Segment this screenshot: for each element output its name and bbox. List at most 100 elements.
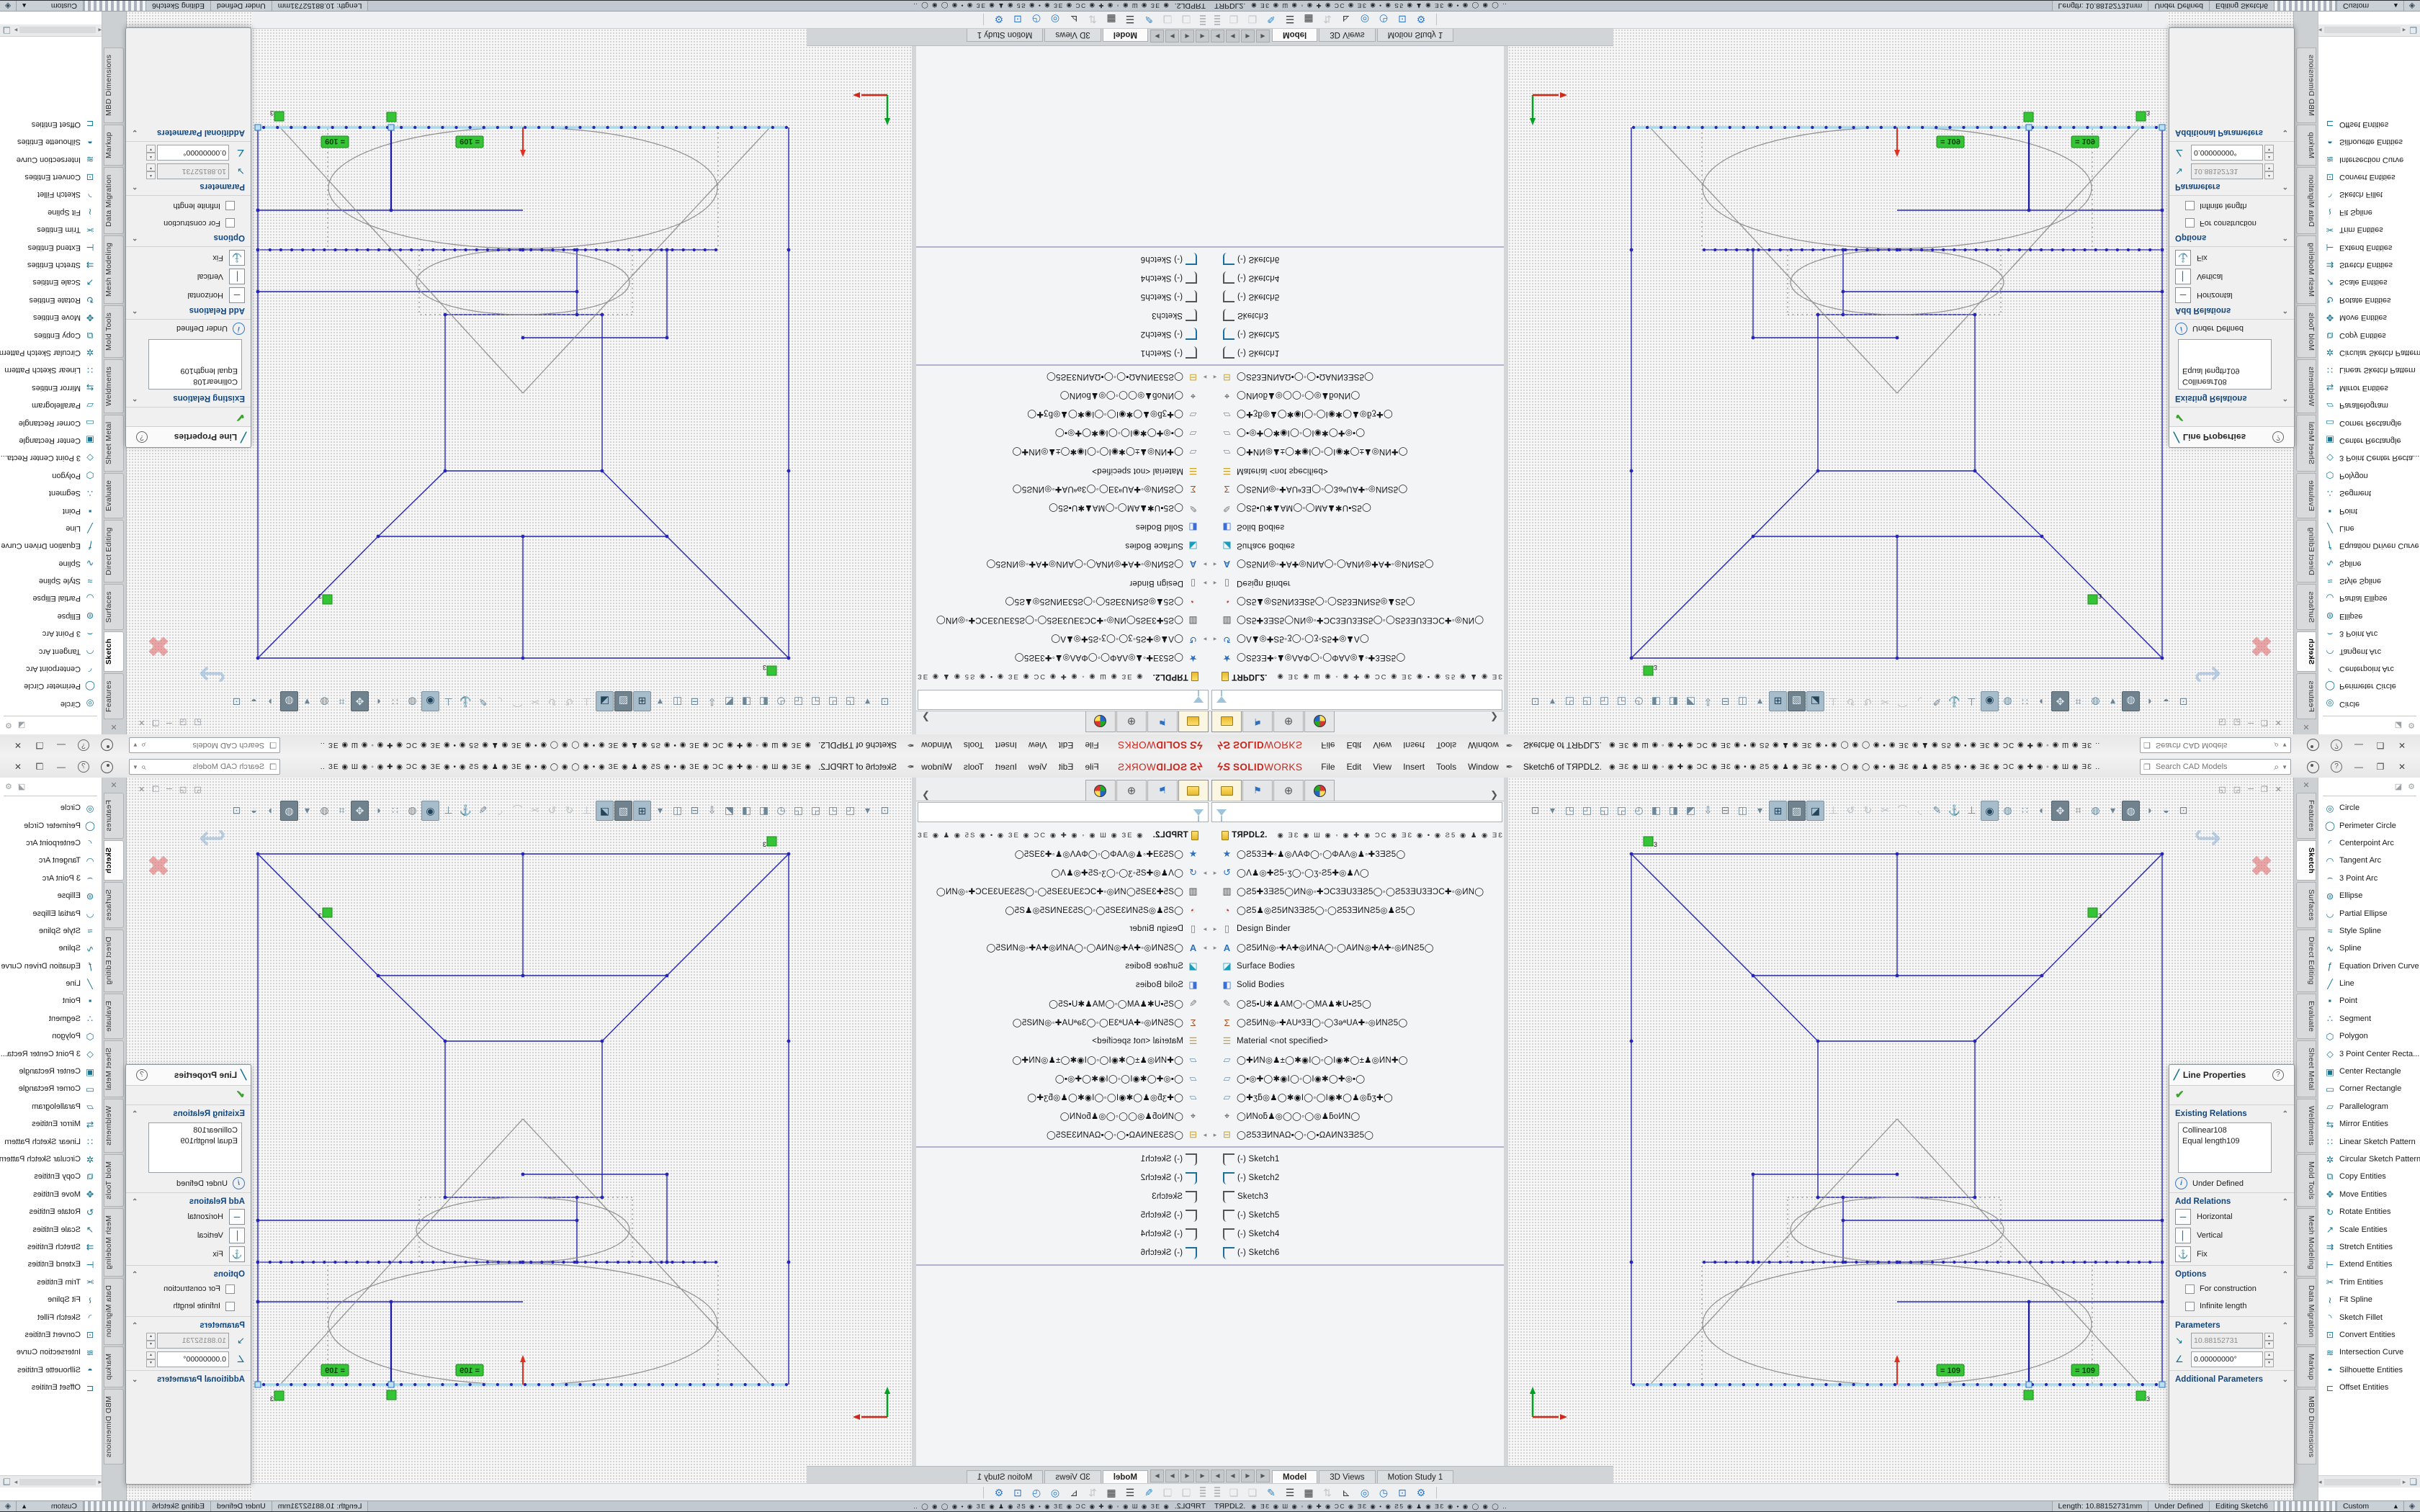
tab-dimxpert-manager[interactable]: ⊕ (1273, 711, 1304, 732)
view-tool-icon[interactable]: ◐ (2034, 801, 2051, 819)
menu-item[interactable]: Insert (990, 762, 1023, 772)
pin-menu-icon[interactable]: ✒ (1506, 740, 1513, 750)
sketch-tool-item[interactable]: ◯ Perimeter Circle (2318, 816, 2420, 834)
sketch-tool-item[interactable]: ⇆ Mirror Entities (2318, 379, 2420, 397)
tree-root-row[interactable]: TЯPDL2. ◉ ƎƐ ◉ Ш ◉ ◦ ◉ ✚ ◉ ƆC ◉ ƎƐ ◉ • ◉… (1210, 667, 1504, 686)
add-relation-row[interactable]: ⚓ Fix (2169, 248, 2294, 267)
bottom-toolbar-icon[interactable]: ☰ (1121, 1487, 1139, 1499)
doc-window-control-icon[interactable]: ─ (2248, 785, 2254, 794)
view-tool-icon[interactable]: ⊡ (2175, 801, 2192, 819)
view-tool-icon[interactable]: ▾ (299, 693, 315, 711)
sketch-tool-item[interactable]: ◓ Silhouette Entities (2318, 1362, 2420, 1379)
view-tool-icon[interactable]: ⌗ (2070, 801, 2087, 819)
tree-item[interactable]: ▸ A ◯Ƨ5ИN◎◦✚A✚◎ИNA◯◦◯AИN◎✚A✚◦◎ИNƧ5◯ (916, 555, 1210, 574)
sketch-tool-item[interactable]: ◇ 3 Point Center Recta... (0, 1045, 102, 1062)
document-tab[interactable]: 3D Views (1319, 1470, 1375, 1484)
sketch-gray-entities[interactable] (1650, 1119, 2140, 1385)
sketch-tool-item[interactable]: ≀ Fit Spline (0, 1291, 102, 1308)
sketch-tool-item[interactable]: ✂ Trim Entities (2318, 221, 2420, 238)
search-icon[interactable]: ⌕ (2274, 762, 2279, 773)
tree-item[interactable]: ▸ A ◯Ƨ5ИN◎◦✚A✚◎ИNA◯◦◯AИN◎✚A✚◦◎ИNƧ5◯ (1210, 938, 1504, 957)
bottom-toolbar-icon[interactable]: ❏ (1158, 14, 1177, 26)
tree-sketch-item[interactable]: (-) Sketch5 (1210, 287, 1504, 306)
option-row[interactable]: Infinite length (2169, 197, 2294, 215)
menu-item[interactable]: Edit (1053, 762, 1080, 772)
command-tab[interactable]: Mesh Modeling (104, 235, 124, 304)
view-tool-icon[interactable]: ✎ (475, 693, 491, 711)
scroll-right-icon[interactable]: ▸ (14, 1478, 18, 1486)
search-dropdown-icon[interactable]: ▼ (133, 764, 138, 770)
view-tool-icon[interactable]: ▨ (1788, 801, 1806, 821)
sketch-tool-item[interactable]: ⌢ 3 Point Arc (0, 870, 102, 887)
tab-configuration-manager[interactable]: ⚑ (1242, 780, 1273, 801)
scroll-right-icon[interactable]: ▸ (2403, 1478, 2406, 1486)
add-relation-row[interactable]: │ Vertical (126, 1226, 251, 1245)
tree-item[interactable]: ◧ Solid Bodies (916, 518, 1210, 536)
command-tab[interactable]: Evaluate (2296, 994, 2316, 1039)
sketch-tool-item[interactable]: ∷ Linear Sketch Pattern (2318, 361, 2420, 379)
option-row[interactable]: For construction (126, 215, 251, 232)
document-tab[interactable]: Model (1103, 1470, 1148, 1484)
sketch-tool-item[interactable]: ◡ Partial Ellipse (2318, 590, 2420, 607)
tree-item[interactable]: ▸ ▯ Design Binder (1210, 574, 1504, 593)
bottom-toolbar-icon[interactable]: ▦ (1299, 14, 1318, 26)
tree-item[interactable]: ◪ Surface Bodies (916, 957, 1210, 976)
sketch-tool-item[interactable]: ╱ Line (0, 975, 102, 992)
bottom-toolbar-icon[interactable]: ☰ (1121, 14, 1139, 26)
command-tab[interactable]: Surfaces (104, 882, 124, 928)
tree-item[interactable]: ◧ Solid Bodies (1210, 518, 1504, 536)
view-tool-icon[interactable]: ∷ (2017, 801, 2033, 819)
view-tool-icon[interactable]: ▾ (2105, 693, 2121, 711)
sketch-tool-item[interactable]: ⊏ Offset Entities (0, 116, 102, 133)
bottom-toolbar-icon[interactable]: ⇅ (1318, 1487, 1337, 1499)
command-tab[interactable]: Data Migration (2296, 1278, 2316, 1344)
panel-header-icon[interactable]: ⚙ (2408, 782, 2415, 791)
scroll-right-icon[interactable]: ▸ (14, 27, 18, 35)
relations-listbox[interactable]: Collinear108Equal length109 (148, 339, 242, 390)
command-tab[interactable]: Sheet Metal (104, 1040, 124, 1097)
sketch-tool-item[interactable]: ≋ Intersection Curve (0, 1344, 102, 1361)
sketch-tool-item[interactable]: ≀ Fit Spline (2318, 204, 2420, 221)
sketch-tool-item[interactable]: ↻ Rotate Entities (0, 1203, 102, 1220)
command-tab[interactable]: Direct Editing (104, 930, 124, 992)
sketch-tool-item[interactable]: ↻ Rotate Entities (0, 292, 102, 309)
tab-nav-button[interactable]: ▶ (1241, 1470, 1255, 1482)
sketch-tool-item[interactable]: ⊡ Convert Entities (2318, 168, 2420, 186)
view-tool-icon[interactable]: ◰ (825, 693, 841, 711)
sketch-tool-item[interactable]: ◎ Circle (2318, 696, 2420, 713)
sketch-tool-item[interactable]: ↗ Scale Entities (0, 274, 102, 291)
command-tab[interactable]: Features (2296, 793, 2316, 839)
search-icon[interactable]: ⌕ (2274, 740, 2279, 751)
expand-arrow-icon[interactable]: ▸ (1210, 1131, 1220, 1139)
sketch-tool-item[interactable]: ∴ Segment (2318, 485, 2420, 502)
sketch-tool-item[interactable]: ≋ Intersection Curve (2318, 151, 2420, 168)
tree-sketch-item[interactable]: (-) Sketch4 (1210, 269, 1504, 287)
view-tool-icon[interactable]: ◳ (1561, 801, 1578, 819)
pin-menu-icon[interactable]: ✒ (907, 740, 914, 750)
relations-listbox[interactable]: Collinear108Equal length109 (2178, 1122, 2272, 1173)
tab-configuration-manager[interactable]: ⚑ (1242, 711, 1273, 732)
collapse-chevron-icon[interactable]: ⌃ (2282, 395, 2288, 402)
doc-window-control-icon[interactable]: ❐ (152, 785, 159, 794)
tab-nav-button[interactable]: ◀ (1196, 1470, 1209, 1482)
view-tool-icon[interactable]: ∷ (2017, 693, 2033, 711)
view-tool-icon[interactable]: ▾ (2105, 801, 2121, 819)
tree-item[interactable]: ▱ ◯✚ИN◎♟±◯✱◉I◯◦◯I◉✱◯±♟◎ИN✚◯ (916, 443, 1210, 462)
collapse-chevron-icon[interactable]: ⌃ (2282, 234, 2288, 242)
tree-item[interactable]: ▱ ◯▪◎✚◯✱◉I◯◦◯I◉✱◯✚◎▪◯ (1210, 424, 1504, 443)
tree-item[interactable]: ▱ ◯✚ИN◎♟±◯✱◉I◯◦◯I◉✱◯±♟◎ИN✚◯ (916, 1050, 1210, 1069)
bottom-toolbar-icon[interactable]: ✎ (1262, 14, 1281, 26)
view-tool-icon[interactable]: ▾ (652, 693, 668, 711)
menu-item[interactable]: Insert (990, 740, 1023, 750)
relation-entry[interactable]: Equal length109 (2182, 365, 2267, 376)
checkbox[interactable] (2185, 1302, 2195, 1311)
relation-entry[interactable]: Collinear108 (153, 376, 238, 387)
view-tool-icon[interactable]: ◪ (596, 691, 614, 711)
view-tool-icon[interactable]: ▨ (1788, 691, 1806, 711)
collapse-chevron-icon[interactable]: ⌃ (132, 1198, 138, 1206)
sketch-tool-item[interactable]: ✂ Trim Entities (2318, 1274, 2420, 1291)
sketch-tool-item[interactable]: ✥ Move Entities (0, 1186, 102, 1203)
view-tool-icon[interactable]: ⊟ (686, 693, 703, 711)
menu-item[interactable]: View (1023, 762, 1053, 772)
expand-arrow-icon[interactable]: ▸ (1200, 580, 1210, 588)
